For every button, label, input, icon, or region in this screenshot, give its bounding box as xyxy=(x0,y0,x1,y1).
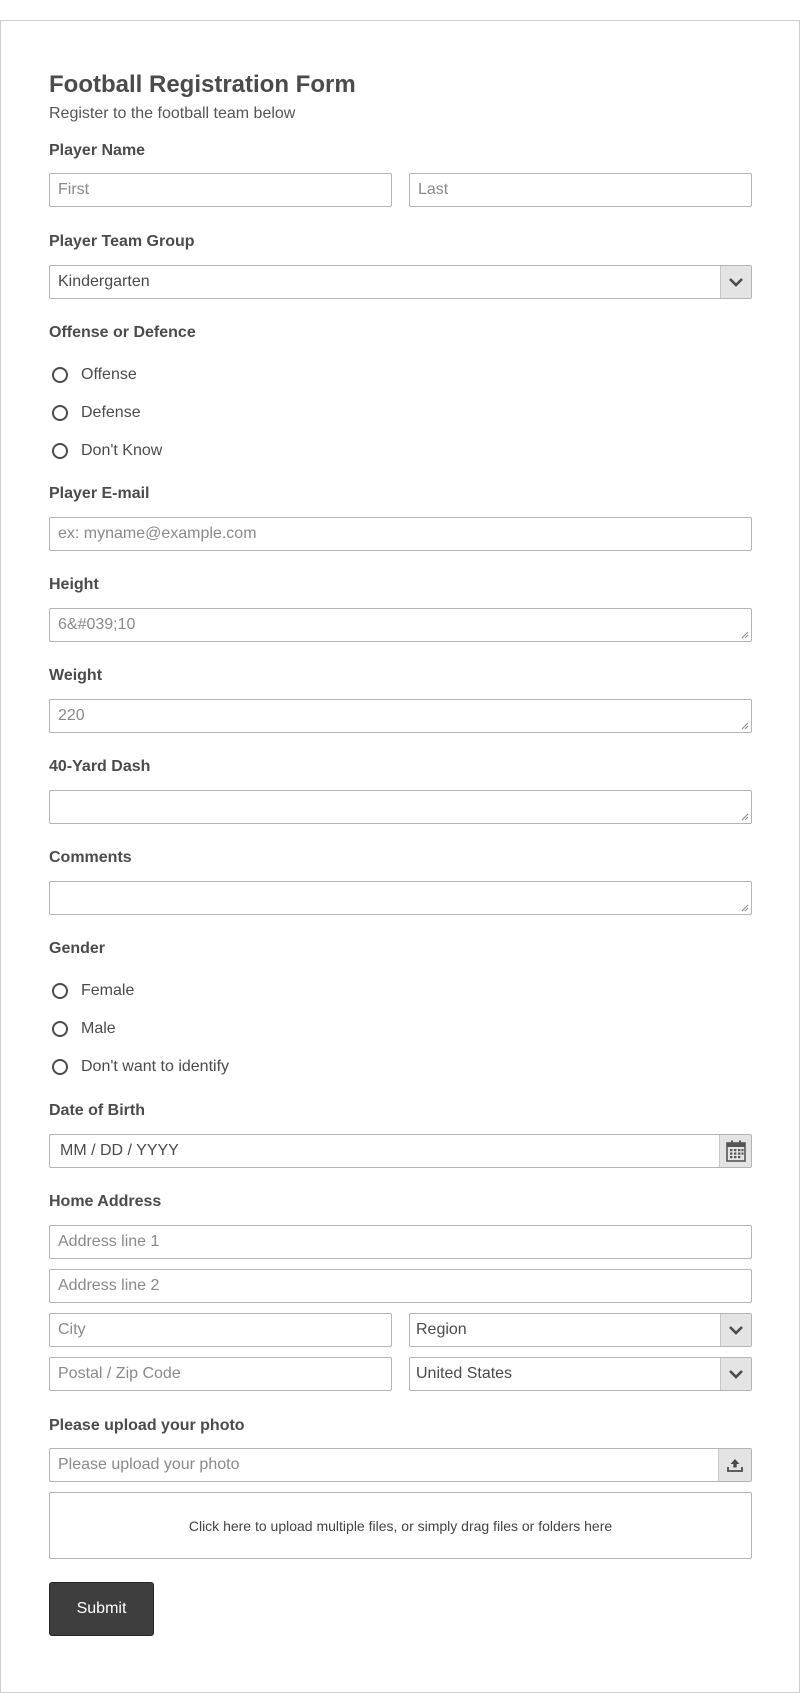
weight-label: Weight xyxy=(49,667,103,684)
dash-label: 40-Yard Dash xyxy=(49,758,151,775)
radio-label: Offense xyxy=(81,366,137,383)
radio-label: Don't Know xyxy=(81,442,163,459)
email-label: Player E-mail xyxy=(49,485,150,502)
radio-button[interactable] xyxy=(52,443,68,459)
player-name-label: Player Name xyxy=(49,142,146,159)
chevron-down-icon[interactable] xyxy=(720,266,751,298)
address-line1-input[interactable]: Address line 1 xyxy=(49,1225,752,1259)
radio-female[interactable]: Female xyxy=(49,979,134,1003)
chevron-down-icon[interactable] xyxy=(720,1314,751,1346)
chevron-down-icon[interactable] xyxy=(720,1358,751,1390)
radio-label: Female xyxy=(81,982,135,999)
weight-placeholder: 220 xyxy=(58,707,85,724)
resize-grip-icon[interactable] xyxy=(741,631,749,639)
height-placeholder: 6&#039;10 xyxy=(58,616,136,633)
dob-input[interactable]: MM / DD / YYYY xyxy=(49,1134,752,1168)
position-label: Offense or Defence xyxy=(49,324,196,341)
submit-button[interactable]: Submit xyxy=(49,1582,154,1636)
calendar-icon[interactable] xyxy=(719,1135,751,1167)
comments-label: Comments xyxy=(49,849,132,866)
last-name-input[interactable]: Last xyxy=(409,173,752,207)
team-group-label: Player Team Group xyxy=(49,233,195,250)
country-select[interactable]: United States xyxy=(409,1357,752,1391)
address-line2-input[interactable]: Address line 2 xyxy=(49,1269,752,1303)
city-input[interactable]: City xyxy=(49,1313,392,1347)
file-dropzone[interactable]: Click here to upload multiple files, or … xyxy=(49,1492,752,1559)
radio-label: Male xyxy=(81,1020,116,1037)
radio-male[interactable]: Male xyxy=(49,1017,116,1041)
radio-button[interactable] xyxy=(52,983,68,999)
weight-input[interactable]: 220 xyxy=(49,699,752,733)
radio-button[interactable] xyxy=(52,1021,68,1037)
upload-input[interactable]: Please upload your photo xyxy=(49,1448,752,1482)
first-name-input[interactable]: First xyxy=(49,173,392,207)
upload-icon[interactable] xyxy=(718,1449,751,1481)
resize-grip-icon[interactable] xyxy=(741,722,749,730)
radio-button[interactable] xyxy=(52,405,68,421)
form-subtitle: Register to the football team below xyxy=(49,105,296,122)
address-label: Home Address xyxy=(49,1193,162,1210)
radio-no-identify[interactable]: Don't want to identify xyxy=(49,1055,229,1079)
region-select[interactable]: Region xyxy=(409,1313,752,1347)
team-group-select[interactable]: Kindergarten xyxy=(49,265,752,299)
height-label: Height xyxy=(49,576,99,593)
country-value: United States xyxy=(416,1365,513,1382)
form-title: Football Registration Form xyxy=(49,71,356,98)
radio-offense[interactable]: Offense xyxy=(49,363,137,387)
radio-dont-know[interactable]: Don't Know xyxy=(49,439,162,463)
dob-placeholder: MM / DD / YYYY xyxy=(60,1142,179,1159)
form-card: Football Registration Form Register to t… xyxy=(0,20,800,1693)
radio-button[interactable] xyxy=(52,367,68,383)
dash-input[interactable] xyxy=(49,790,752,824)
postal-code-input[interactable]: Postal / Zip Code xyxy=(49,1357,392,1391)
radio-label: Don't want to identify xyxy=(81,1058,230,1075)
upload-label: Please upload your photo xyxy=(49,1417,245,1434)
resize-grip-icon[interactable] xyxy=(741,813,749,821)
region-value: Region xyxy=(416,1321,467,1338)
team-group-value: Kindergarten xyxy=(58,273,150,290)
gender-label: Gender xyxy=(49,940,106,957)
radio-button[interactable] xyxy=(52,1059,68,1075)
email-input[interactable]: ex: myname@example.com xyxy=(49,517,752,551)
upload-placeholder: Please upload your photo xyxy=(58,1456,240,1473)
radio-defense[interactable]: Defense xyxy=(49,401,141,425)
height-input[interactable]: 6&#039;10 xyxy=(49,608,752,642)
resize-grip-icon[interactable] xyxy=(741,904,749,912)
dob-label: Date of Birth xyxy=(49,1102,145,1119)
radio-label: Defense xyxy=(81,404,141,421)
comments-input[interactable] xyxy=(49,881,752,915)
